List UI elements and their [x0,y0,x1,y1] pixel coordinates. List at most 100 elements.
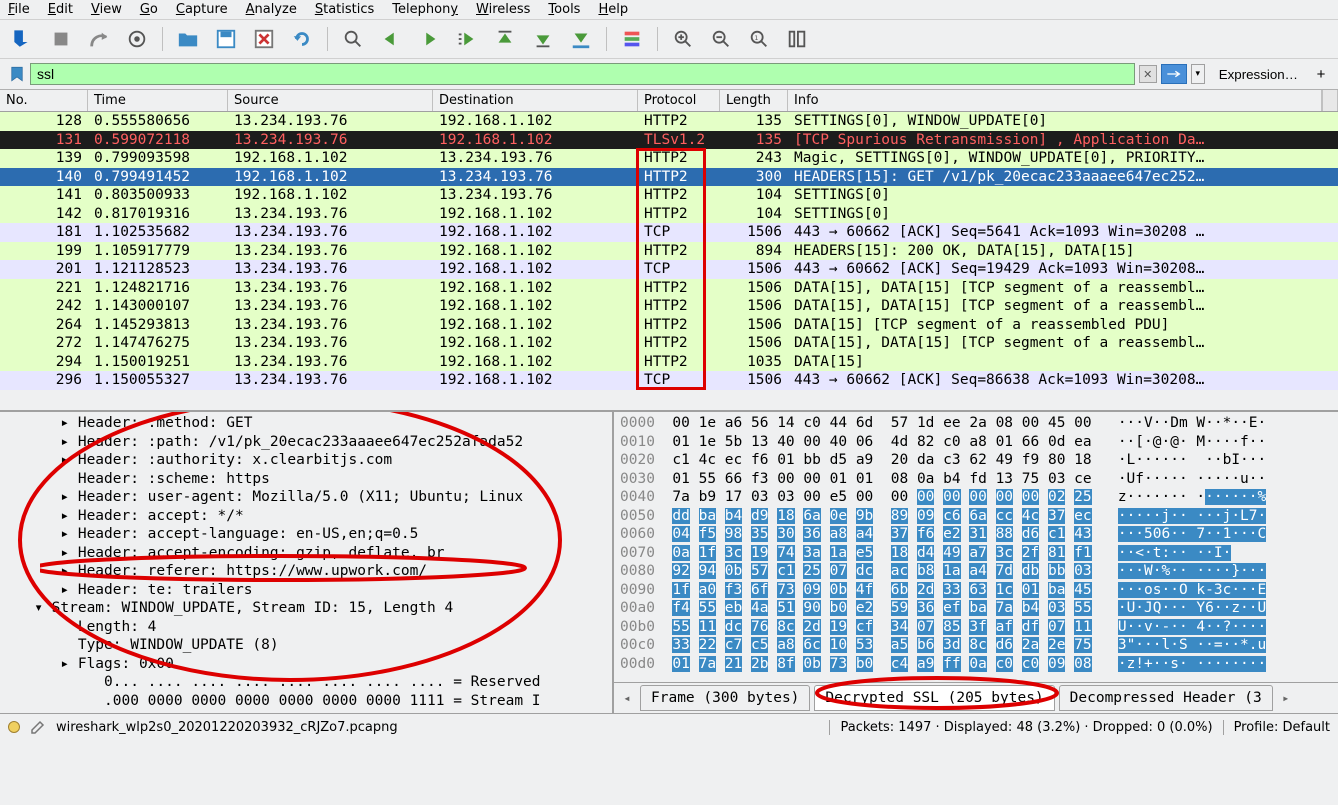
detail-line[interactable]: ▸ Header: :authority: x.clearbitjs.com [0,451,612,470]
table-row[interactable]: 1410.803500933192.168.1.10213.234.193.76… [0,186,1338,205]
expert-info-led[interactable] [8,721,20,733]
go-back-button[interactable] [376,24,406,54]
menu-analyze[interactable]: Analyze [246,2,297,17]
tab-nav-right[interactable]: ▸ [1277,689,1295,708]
packet-list[interactable]: 1280.55558065613.234.193.76192.168.1.102… [0,112,1338,410]
table-row[interactable]: 2641.14529381313.234.193.76192.168.1.102… [0,316,1338,335]
edit-icon[interactable] [30,719,46,735]
find-button[interactable] [338,24,368,54]
detail-line[interactable]: ▸ Flags: 0x00 [0,655,612,674]
table-row[interactable]: 2941.15001925113.234.193.76192.168.1.102… [0,353,1338,372]
hex-line[interactable]: 0080 92 94 0b 57 c1 25 07 dc ac b8 1a a4… [620,562,1332,581]
menu-tools[interactable]: Tools [548,2,580,17]
go-first-button[interactable] [490,24,520,54]
hex-line[interactable]: 0000 00 1e a6 56 14 c0 44 6d 57 1d ee 2a… [620,414,1332,433]
open-file-button[interactable] [173,24,203,54]
table-row[interactable]: 1811.10253568213.234.193.76192.168.1.102… [0,223,1338,242]
table-row[interactable]: 1280.55558065613.234.193.76192.168.1.102… [0,112,1338,131]
table-row[interactable]: 2211.12482171613.234.193.76192.168.1.102… [0,279,1338,298]
start-capture-button[interactable] [8,24,38,54]
menu-help[interactable]: Help [598,2,628,17]
table-row[interactable]: 2421.14300010713.234.193.76192.168.1.102… [0,297,1338,316]
zoom-in-button[interactable] [668,24,698,54]
expression-button[interactable]: Expression… [1209,65,1308,84]
header-destination[interactable]: Destination [433,90,638,111]
tab-decrypted-ssl[interactable]: Decrypted SSL (205 bytes) [814,685,1054,712]
detail-line[interactable]: ▸ Header: :path: /v1/pk_20ecac233aaaee64… [0,433,612,452]
table-row[interactable]: 1310.59907211813.234.193.76192.168.1.102… [0,131,1338,150]
hex-line[interactable]: 0020 c1 4c ec f6 01 bb d5 a9 20 da c3 62… [620,451,1332,470]
restart-capture-button[interactable] [84,24,114,54]
table-row[interactable]: 2011.12112852313.234.193.76192.168.1.102… [0,260,1338,279]
detail-line[interactable]: ▸ Header: user-agent: Mozilla/5.0 (X11; … [0,488,612,507]
add-filter-button[interactable]: + [1312,64,1330,85]
menu-capture[interactable]: Capture [176,2,228,17]
detail-line[interactable]: .000 0000 0000 0000 0000 0000 0000 1111 … [0,692,612,711]
header-length[interactable]: Length [720,90,788,111]
hex-line[interactable]: 00b0 55 11 dc 76 8c 2d 19 cf 34 07 85 3f… [620,618,1332,637]
detail-line[interactable]: ▸ Header: referer: https://www.upwork.co… [0,562,612,581]
hex-line[interactable]: 0060 04 f5 98 35 30 36 a8 a4 37 f6 e2 31… [620,525,1332,544]
menu-file[interactable]: File [8,2,30,17]
go-forward-button[interactable] [414,24,444,54]
goto-packet-button[interactable] [452,24,482,54]
detail-line[interactable]: Length: 4 [0,618,612,637]
zoom-out-button[interactable] [706,24,736,54]
stop-capture-button[interactable] [46,24,76,54]
capture-options-button[interactable] [122,24,152,54]
detail-line[interactable]: 0... .... .... .... .... .... .... .... … [0,673,612,692]
table-row[interactable]: 2961.15005532713.234.193.76192.168.1.102… [0,371,1338,390]
detail-line[interactable]: ▸ Header: accept: */* [0,507,612,526]
menu-wireless[interactable]: Wireless [476,2,530,17]
filter-history-dropdown[interactable]: ▾ [1191,64,1205,84]
packet-details-pane[interactable]: ▸ Header: :method: GET ▸ Header: :path: … [0,412,614,713]
detail-line[interactable]: ▸ Header: accept-encoding: gzip, deflate… [0,544,612,563]
save-file-button[interactable] [211,24,241,54]
menu-statistics[interactable]: Statistics [315,2,374,17]
menu-view[interactable]: View [91,2,122,17]
close-file-button[interactable] [249,24,279,54]
go-last-button[interactable] [528,24,558,54]
detail-line[interactable]: Type: WINDOW_UPDATE (8) [0,636,612,655]
hex-line[interactable]: 00c0 33 22 c7 c5 a8 6c 10 53 a5 b6 3d 8c… [620,636,1332,655]
menu-telephony[interactable]: Telephony [392,2,458,17]
zoom-reset-button[interactable]: 1 [744,24,774,54]
hex-line[interactable]: 0050 dd ba b4 d9 18 6a 0e 9b 89 09 c6 6a… [620,507,1332,526]
header-time[interactable]: Time [88,90,228,111]
table-row[interactable]: 1991.10591777913.234.193.76192.168.1.102… [0,242,1338,261]
display-filter-input[interactable] [30,63,1135,85]
profile-label[interactable]: Profile: Default [1223,720,1330,735]
table-row[interactable]: 1400.799491452192.168.1.10213.234.193.76… [0,168,1338,187]
table-row[interactable]: 1390.799093598192.168.1.10213.234.193.76… [0,149,1338,168]
header-info[interactable]: Info [788,90,1322,111]
resize-columns-button[interactable] [782,24,812,54]
hex-line[interactable]: 0070 0a 1f 3c 19 74 3a 1a e5 18 d4 49 a7… [620,544,1332,563]
table-row[interactable]: 1420.81701931613.234.193.76192.168.1.102… [0,205,1338,224]
hex-dump-body[interactable]: 0000 00 1e a6 56 14 c0 44 6d 57 1d ee 2a… [614,412,1338,682]
hex-line[interactable]: 0030 01 55 66 f3 00 00 01 01 08 0a b4 fd… [620,470,1332,489]
tab-frame[interactable]: Frame (300 bytes) [640,685,810,712]
hex-line[interactable]: 0010 01 1e 5b 13 40 00 40 06 4d 82 c0 a8… [620,433,1332,452]
detail-line[interactable]: ▸ Header: :method: GET [0,414,612,433]
detail-line[interactable]: ▾ Stream: WINDOW_UPDATE, Stream ID: 15, … [0,599,612,618]
clear-filter-button[interactable]: ✕ [1139,65,1157,83]
apply-filter-button[interactable] [1161,64,1187,84]
table-row[interactable]: 2721.14747627513.234.193.76192.168.1.102… [0,334,1338,353]
tab-nav-left[interactable]: ◂ [618,689,636,708]
hex-line[interactable]: 0090 1f a0 f3 6f 73 09 0b 4f 6b 2d 33 63… [620,581,1332,600]
bookmark-icon[interactable] [8,65,26,83]
menu-edit[interactable]: Edit [48,2,73,17]
colorize-button[interactable] [617,24,647,54]
header-source[interactable]: Source [228,90,433,111]
menu-go[interactable]: Go [140,2,158,17]
auto-scroll-button[interactable] [566,24,596,54]
hex-line[interactable]: 0040 7a b9 17 03 03 00 e5 00 00 00 00 00… [620,488,1332,507]
reload-button[interactable] [287,24,317,54]
header-protocol[interactable]: Protocol [638,90,720,111]
header-no[interactable]: No. [0,90,88,111]
detail-line[interactable]: Header: :scheme: https [0,470,612,489]
detail-line[interactable]: ▸ Header: accept-language: en-US,en;q=0.… [0,525,612,544]
hex-line[interactable]: 00d0 01 7a 21 2b 8f 0b 73 b0 c4 a9 ff 0a… [620,655,1332,674]
detail-line[interactable]: ▸ Header: te: trailers [0,581,612,600]
hex-line[interactable]: 00a0 f4 55 eb 4a 51 90 b0 e2 59 36 ef ba… [620,599,1332,618]
